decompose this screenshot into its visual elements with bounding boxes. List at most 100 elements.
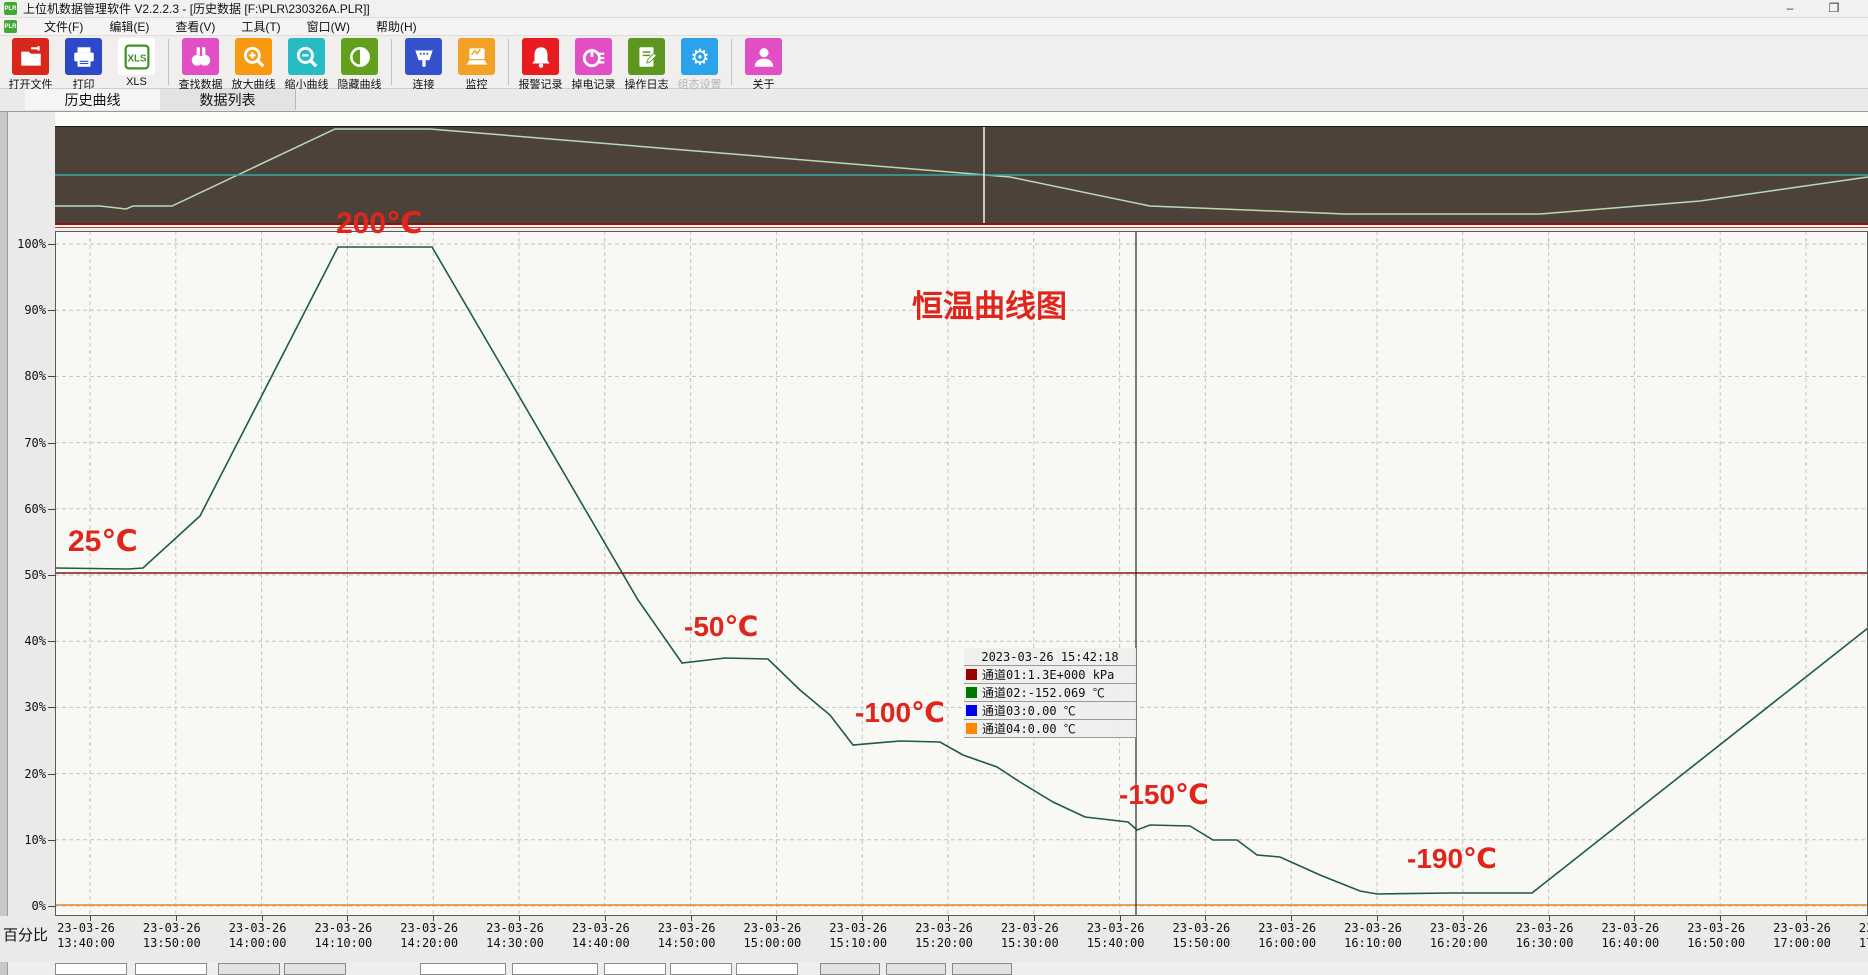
menu-item-3[interactable]: 工具(T): [228, 18, 293, 35]
toolbar-button-操作日志[interactable]: 操作日志: [620, 38, 673, 92]
menu-item-1[interactable]: 编辑(E): [96, 18, 162, 35]
bottom-control[interactable]: [736, 963, 798, 975]
menu-item-2[interactable]: 查看(V): [162, 18, 228, 35]
overview-minimap-chart[interactable]: [55, 126, 1868, 223]
toolbar-button-连接[interactable]: 连接: [397, 38, 450, 92]
x-tick-time: 16:30:00: [1505, 936, 1585, 951]
toolbar-button-监控[interactable]: 监控: [450, 38, 503, 92]
x-tick-mark: [347, 916, 348, 921]
bottom-control[interactable]: [284, 963, 346, 975]
tooltip-channel-row: 通道04:0.00 ℃: [964, 720, 1136, 738]
app-logo-icon: PLR: [4, 2, 17, 15]
bottom-control[interactable]: [604, 963, 666, 975]
x-tick-time: 14:50:00: [647, 936, 727, 951]
x-tick-mark: [948, 916, 949, 921]
x-tick-time: 14:00:00: [218, 936, 298, 951]
bottom-control[interactable]: [135, 963, 207, 975]
x-tick-label: 23-03-2616:40:00: [1590, 921, 1670, 951]
toolbar-button-隐藏曲线[interactable]: 隐藏曲线: [333, 38, 386, 92]
zoom-out-icon: [288, 38, 325, 75]
toolbar-button-打印[interactable]: 打印: [57, 38, 110, 92]
annotation--150℃: -150℃: [1119, 781, 1209, 809]
x-tick-time: 16:00:00: [1247, 936, 1327, 951]
x-tick-mark: [176, 916, 177, 921]
channel-value-text: 通道01:1.3E+000 kPa: [982, 666, 1114, 683]
x-tick-label: 23-03-2616:00:00: [1247, 921, 1327, 951]
x-tick-date: 23-03-26: [1590, 921, 1670, 936]
toolbar-button-查找数据[interactable]: 查找数据: [174, 38, 227, 92]
annotation-200℃: 200℃: [336, 209, 422, 239]
x-tick-mark: [433, 916, 434, 921]
x-tick-label: 23-03-2617:00:00: [1762, 921, 1842, 951]
x-tick-label: 23-03-2616:10:00: [1333, 921, 1413, 951]
x-tick-time: 17:10:00: [1848, 936, 1868, 951]
minimize-button[interactable]: –: [1770, 0, 1810, 17]
x-tick-time: 15:20:00: [904, 936, 984, 951]
bottom-control[interactable]: [218, 963, 280, 975]
bottom-control[interactable]: [670, 963, 732, 975]
overview-bottom-line-dark: [55, 223, 1868, 225]
toolbar-button-缩小曲线[interactable]: 缩小曲线: [280, 38, 333, 92]
y-tick-mark: [48, 840, 55, 841]
bottom-control[interactable]: [886, 963, 946, 975]
x-tick-label: 23-03-2616:20:00: [1419, 921, 1499, 951]
x-tick-label: 23-03-2615:20:00: [904, 921, 984, 951]
y-tick-label: 60%: [2, 502, 46, 516]
tab-历史曲线[interactable]: 历史曲线: [25, 89, 161, 110]
bottom-control[interactable]: [952, 963, 1012, 975]
menu-item-5[interactable]: 帮助(H): [363, 18, 430, 35]
toolbar-button-报警记录[interactable]: 报警记录: [514, 38, 567, 92]
tab-数据列表[interactable]: 数据列表: [160, 89, 296, 110]
y-tick-mark: [48, 310, 55, 311]
history-curve-plot[interactable]: [55, 231, 1868, 916]
x-tick-label: 23-03-2615:40:00: [1076, 921, 1156, 951]
x-tick-label: 23-03-2615:00:00: [732, 921, 812, 951]
channel-color-swatch: [966, 687, 977, 698]
monitor-icon: [458, 38, 495, 75]
channel-value-text: 通道04:0.00 ℃: [982, 720, 1076, 737]
toolbar-button-关于[interactable]: 关于: [737, 38, 790, 92]
y-tick-mark: [48, 707, 55, 708]
y-tick-mark: [48, 641, 55, 642]
toolbar-button-打开文件[interactable]: 打开文件: [4, 38, 57, 92]
x-tick-label: 23-03-2614:40:00: [561, 921, 641, 951]
annotation-25℃: 25℃: [68, 527, 138, 557]
toolbar-button-掉电记录[interactable]: 掉电记录: [567, 38, 620, 92]
x-tick-time: 15:30:00: [990, 936, 1070, 951]
x-tick-time: 16:40:00: [1590, 936, 1670, 951]
annotation--100℃: -100℃: [855, 699, 945, 727]
x-tick-mark: [1377, 916, 1378, 921]
bottom-control[interactable]: [820, 963, 880, 975]
x-tick-label: 23-03-2613:40:00: [46, 921, 126, 951]
x-tick-date: 23-03-26: [1848, 921, 1868, 936]
x-tick-date: 23-03-26: [218, 921, 298, 936]
toolbar-button-放大曲线[interactable]: 放大曲线: [227, 38, 280, 92]
xls-icon: XLS: [118, 38, 155, 75]
x-tick-mark: [1634, 916, 1635, 921]
menu-item-4[interactable]: 窗口(W): [294, 18, 363, 35]
toolbar-separator: [391, 39, 392, 85]
x-tick-mark: [1806, 916, 1807, 921]
toolbar: 打开文件打印XLSXLS查找数据放大曲线缩小曲线隐藏曲线连接监控报警记录掉电记录…: [0, 36, 1868, 89]
x-tick-time: 17:00:00: [1762, 936, 1842, 951]
toolbar-button-组态设置[interactable]: ⚙组态设置: [673, 38, 726, 92]
toolbar-button-XLS[interactable]: XLSXLS: [110, 38, 163, 88]
menu-item-0[interactable]: 文件(F): [31, 18, 96, 35]
x-tick-label: 23-03-2616:30:00: [1505, 921, 1585, 951]
x-tick-date: 23-03-26: [46, 921, 126, 936]
print-icon: [65, 38, 102, 75]
y-tick-mark: [48, 575, 55, 576]
x-tick-date: 23-03-26: [561, 921, 641, 936]
bottom-control[interactable]: [512, 963, 598, 975]
x-tick-mark: [519, 916, 520, 921]
bottom-control[interactable]: [55, 963, 127, 975]
x-tick-time: 13:40:00: [46, 936, 126, 951]
bottom-control[interactable]: [420, 963, 506, 975]
x-tick-date: 23-03-26: [475, 921, 555, 936]
toolbar-separator: [508, 39, 509, 85]
hide-curve-icon: [341, 38, 378, 75]
x-tick-date: 23-03-26: [1676, 921, 1756, 936]
band-spacer: [0, 112, 1868, 126]
restore-button[interactable]: ❐: [1814, 0, 1854, 17]
y-tick-label: 80%: [2, 369, 46, 383]
